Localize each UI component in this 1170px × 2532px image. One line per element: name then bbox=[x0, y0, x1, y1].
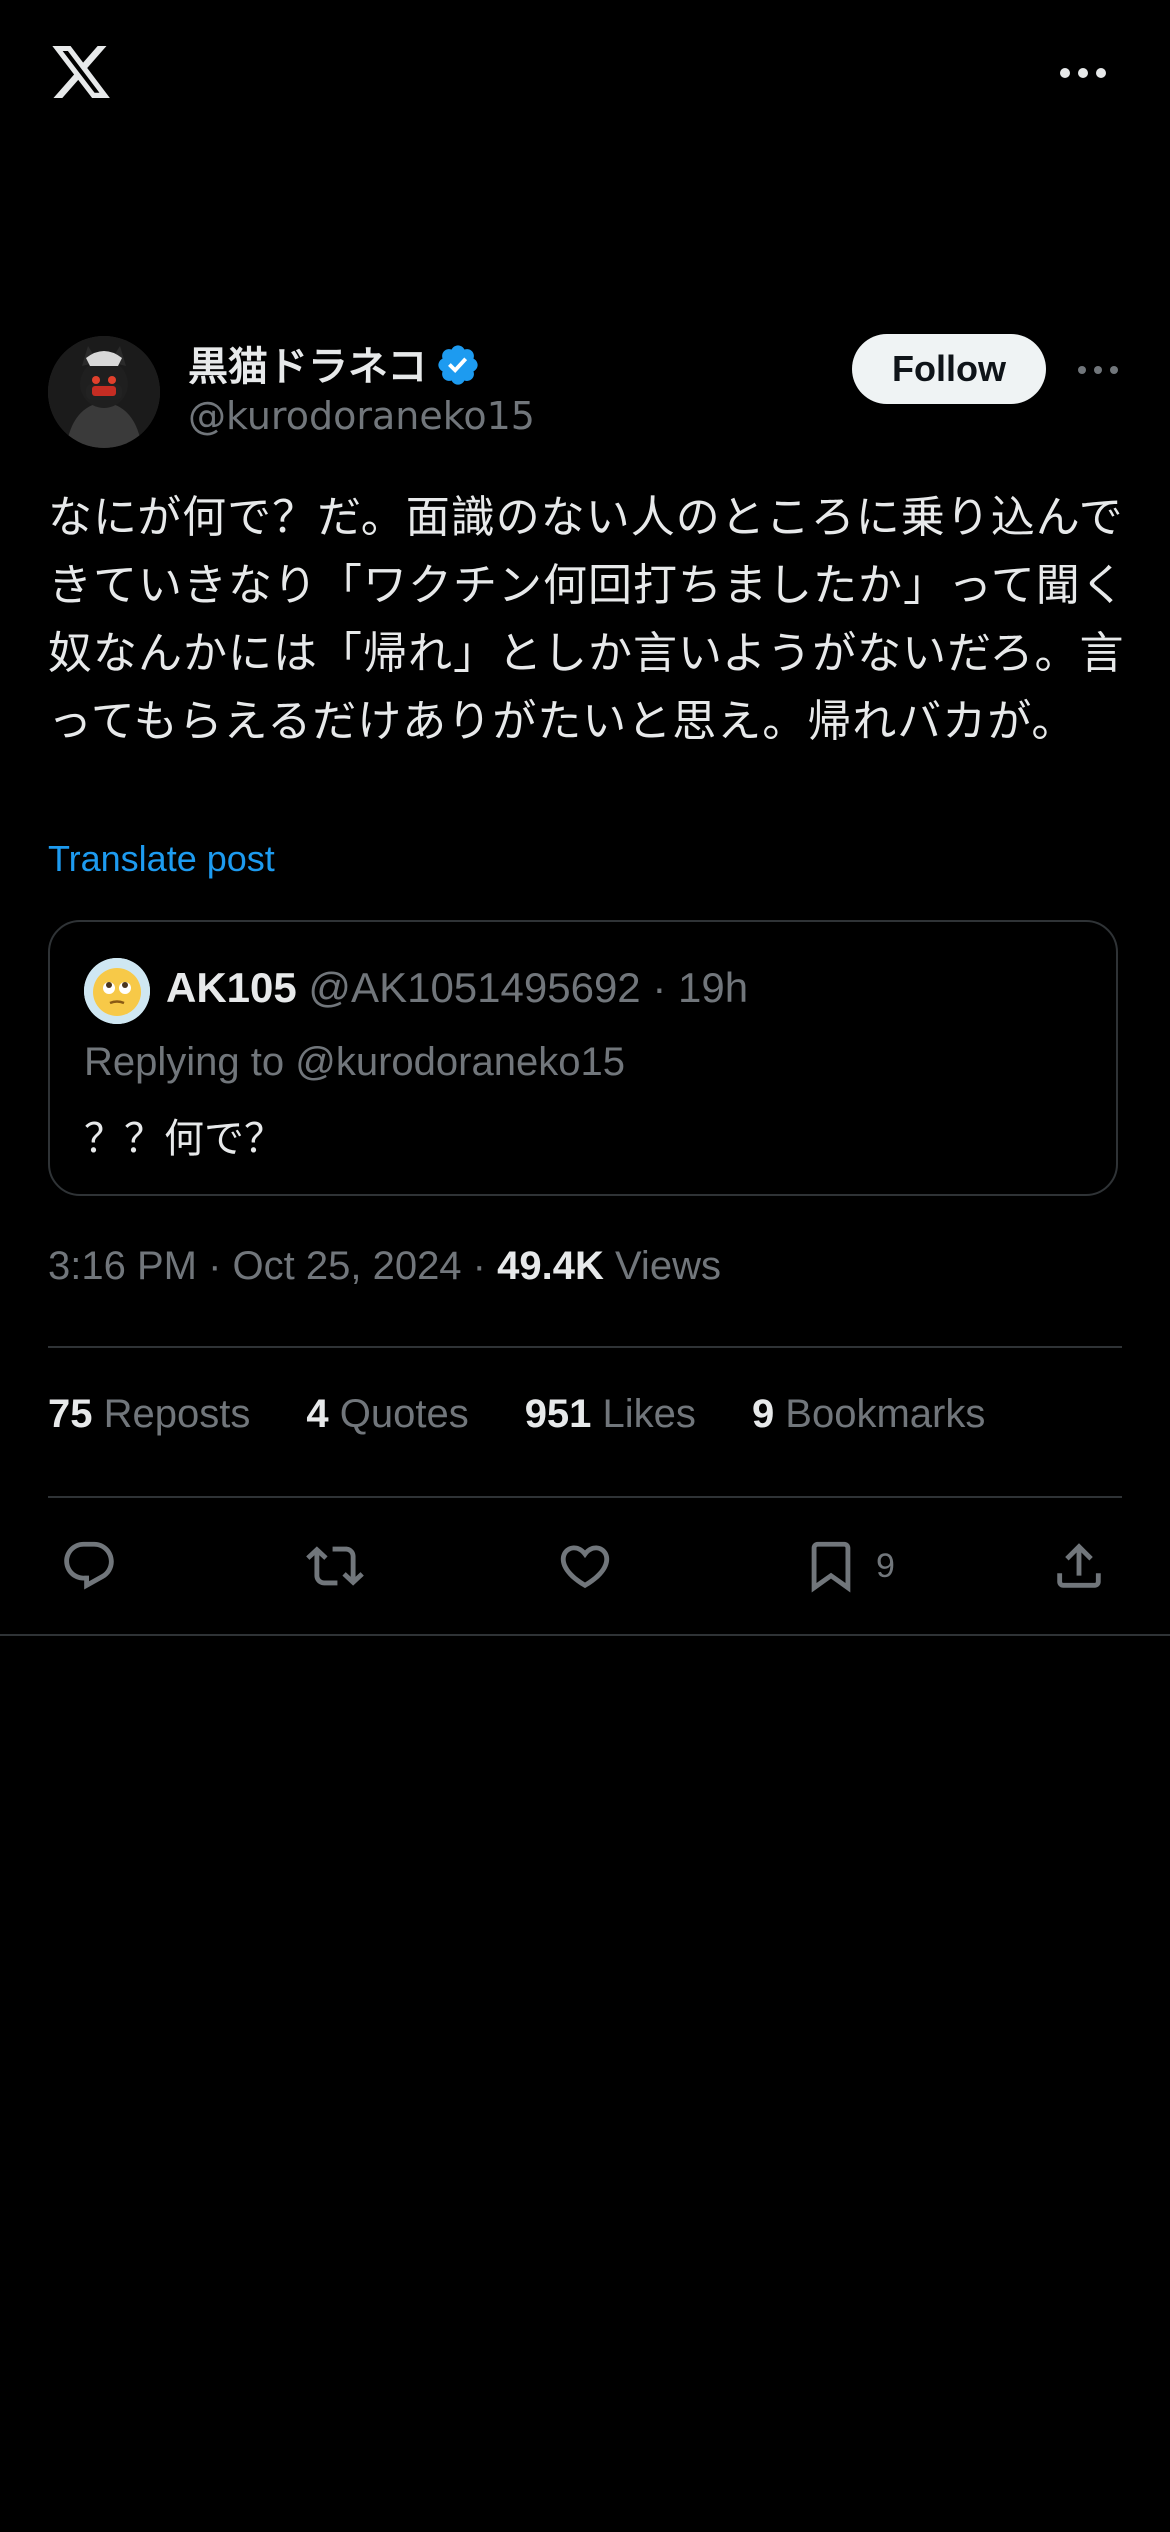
bookmark-icon bbox=[811, 1541, 851, 1593]
bookmark-count: 9 bbox=[876, 1546, 895, 1585]
reposts-count: 75 bbox=[48, 1392, 93, 1436]
avatar-image bbox=[48, 336, 160, 448]
translate-post-link[interactable]: Translate post bbox=[48, 838, 275, 880]
share-icon bbox=[1057, 1543, 1101, 1588]
quotes-count: 4 bbox=[306, 1392, 329, 1436]
reply-button[interactable] bbox=[60, 1530, 118, 1602]
likes-count: 951 bbox=[524, 1392, 592, 1436]
engagement-stats: 75 Reposts 4 Quotes 951 Likes 9 Bookmarks bbox=[48, 1392, 1041, 1437]
bookmarks-stat[interactable]: 9 Bookmarks bbox=[752, 1392, 985, 1437]
likes-stat[interactable]: 951 Likes bbox=[525, 1392, 696, 1437]
repost-icon bbox=[306, 1546, 364, 1586]
x-logo-icon[interactable] bbox=[48, 40, 114, 104]
quote-timestamp: 19h bbox=[678, 964, 749, 1011]
more-horizontal-icon[interactable] bbox=[1058, 58, 1108, 88]
bookmarks-label: Bookmarks bbox=[774, 1392, 986, 1436]
verified-badge-icon bbox=[438, 345, 478, 385]
reposts-stat[interactable]: 75 Reposts bbox=[48, 1392, 250, 1437]
repost-button[interactable] bbox=[306, 1530, 364, 1602]
divider bbox=[0, 1634, 1170, 1636]
author-name-text: 黒猫ドラネコ bbox=[188, 344, 428, 390]
eye-roll-emoji-icon bbox=[84, 958, 150, 1024]
action-bar: 9 bbox=[0, 1530, 1170, 1602]
quote-author-handle[interactable]: @AK1051495692 bbox=[308, 964, 640, 1011]
views-label: Views bbox=[603, 1244, 721, 1288]
divider bbox=[48, 1496, 1122, 1498]
quote-avatar bbox=[84, 958, 150, 1024]
quotes-label: Quotes bbox=[328, 1392, 469, 1436]
tweet-meta: 3:16 PM · Oct 25, 2024 · 49.4K Views bbox=[48, 1244, 721, 1289]
quote-replying-to: Replying to @kurodoraneko15 bbox=[84, 1040, 625, 1084]
quote-author-name[interactable]: AK105 bbox=[166, 964, 297, 1011]
author-name[interactable]: 黒猫ドラネコ bbox=[188, 334, 481, 392]
reposts-label: Reposts bbox=[92, 1392, 251, 1436]
quote-header: AK105 @AK1051495692 · 19h bbox=[166, 964, 748, 1012]
quoted-tweet[interactable]: AK105 @AK1051495692 · 19h Replying to @k… bbox=[48, 920, 1118, 1196]
divider bbox=[48, 1346, 1122, 1348]
avatar[interactable] bbox=[48, 336, 160, 448]
like-icon bbox=[560, 1545, 610, 1589]
quotes-stat[interactable]: 4 Quotes bbox=[306, 1392, 468, 1437]
reply-icon bbox=[64, 1541, 114, 1590]
quote-text: ？？何で？ bbox=[84, 1116, 284, 1162]
like-button[interactable] bbox=[556, 1530, 614, 1602]
follow-button[interactable]: Follow bbox=[852, 334, 1046, 404]
bookmarks-count: 9 bbox=[751, 1392, 775, 1436]
quote-separator: · bbox=[652, 964, 667, 1011]
tweet-text: なにが何で？だ。面識のない人のところに乗り込んできていきなり「ワクチン何回打ちま… bbox=[48, 492, 1126, 747]
more-options-icon[interactable] bbox=[1074, 350, 1122, 390]
share-button[interactable] bbox=[1050, 1530, 1108, 1602]
views-count: 49.4K bbox=[497, 1244, 604, 1288]
likes-label: Likes bbox=[591, 1392, 696, 1436]
author-handle[interactable]: @kurodoraneko15 bbox=[188, 394, 535, 438]
top-bar bbox=[0, 0, 1170, 150]
tweet-author: 黒猫ドラネコ @kurodoraneko15 Follow bbox=[48, 320, 1122, 450]
tweet-timestamp[interactable]: 3:16 PM · Oct 25, 2024 · bbox=[48, 1244, 497, 1288]
bookmark-button[interactable]: 9 bbox=[802, 1530, 895, 1602]
